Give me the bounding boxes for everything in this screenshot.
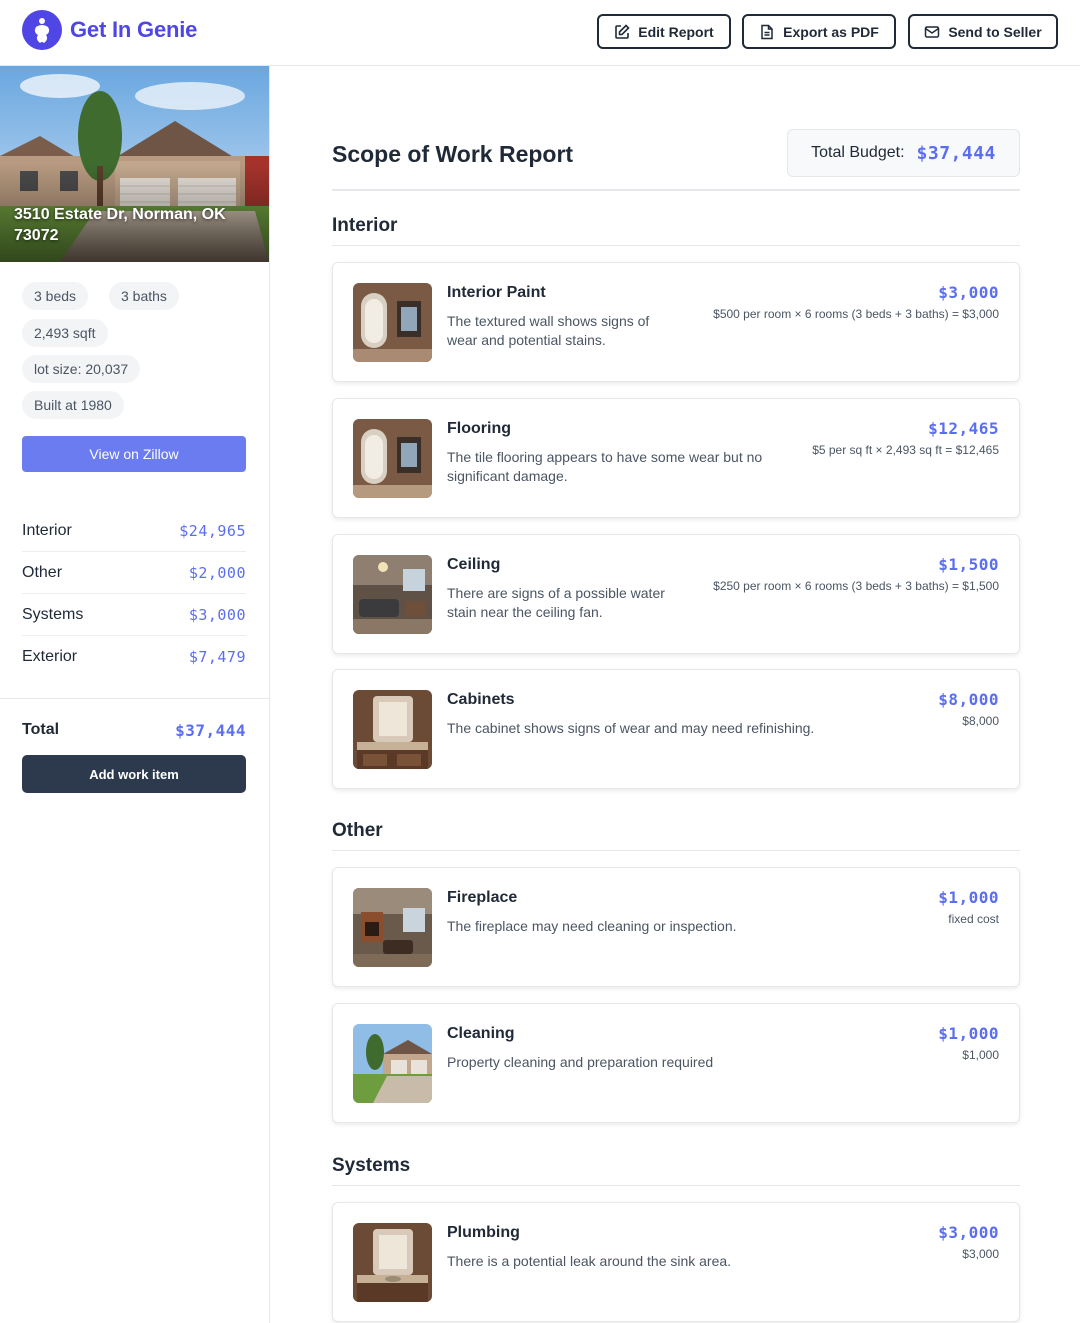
work-item-card[interactable]: Ceiling There are signs of a possible wa…	[332, 534, 1020, 654]
work-item-description: The tile flooring appears to have some w…	[447, 449, 763, 484]
work-item-cost: $1,000	[938, 1024, 999, 1043]
summary-amount: $2,000	[188, 563, 246, 582]
work-item-description: The textured wall shows signs of wear an…	[447, 313, 650, 348]
property-sidebar: 3510 Estate Dr, Norman, OK 73072 3 beds …	[0, 66, 270, 1323]
edit-report-label: Edit Report	[638, 23, 714, 40]
work-item-title: Cabinets	[447, 691, 515, 708]
sqft-chip: 2,493 sqft	[22, 319, 108, 347]
work-item-photo	[353, 690, 432, 769]
work-item-card[interactable]: Flooring The tile flooring appears to ha…	[332, 398, 1020, 518]
summary-amount: $7,479	[188, 648, 246, 666]
work-item-cost: $3,000	[938, 283, 999, 302]
total-budget-box: Total Budget: $37,444	[787, 129, 1020, 177]
work-item-card[interactable]: Interior Paint The textured wall shows s…	[332, 262, 1020, 382]
edit-report-button[interactable]: Edit Report	[597, 14, 731, 49]
summary-row-interior: Interior $24,965	[22, 510, 246, 552]
work-item-calculation: $5 per sq ft × 2,493 sq ft = $12,465	[812, 443, 999, 457]
work-item-calculation: $1,000	[962, 1048, 999, 1062]
property-address: 3510 Estate Dr, Norman, OK 73072	[14, 206, 226, 244]
top-header: Get In Genie Edit Report Export as PDF S…	[0, 0, 1080, 66]
total-label: Total	[22, 721, 60, 738]
property-photo: 3510 Estate Dr, Norman, OK 73072	[0, 66, 269, 262]
work-item-card[interactable]: Cabinets The cabinet shows signs of wear…	[332, 669, 1020, 789]
add-work-item-button[interactable]: Add work item	[22, 755, 246, 793]
section-title-other: Other	[332, 820, 383, 841]
work-item-photo	[353, 283, 432, 362]
view-on-zillow-button[interactable]: View on Zillow	[22, 436, 246, 472]
summary-amount: $24,965	[179, 521, 246, 540]
work-item-photo	[353, 1024, 432, 1103]
work-item-photo	[353, 419, 432, 498]
section-title-systems: Systems	[332, 1155, 411, 1176]
work-item-title: Flooring	[447, 420, 511, 437]
work-item-title: Ceiling	[447, 556, 501, 573]
work-item-cost: $12,465	[928, 419, 999, 438]
summary-label: Interior	[22, 521, 72, 539]
section-divider	[332, 245, 1020, 246]
send-to-seller-button[interactable]: Send to Seller	[908, 14, 1058, 49]
genie-icon	[22, 10, 62, 50]
mail-icon	[925, 25, 940, 38]
page-title: Scope of Work Report	[332, 141, 574, 167]
work-item-photo	[353, 1223, 432, 1302]
work-item-cost: $8,000	[938, 690, 999, 709]
work-item-card[interactable]: Cleaning Property cleaning and preparati…	[332, 1003, 1020, 1123]
edit-icon	[615, 23, 630, 39]
summary-label: Systems	[22, 605, 84, 623]
baths-chip: 3 baths	[109, 282, 179, 310]
work-item-calculation: $250 per room × 6 rooms (3 beds + 3 bath…	[713, 579, 999, 593]
budget-amount: $37,444	[916, 142, 996, 164]
work-item-photo	[353, 555, 432, 634]
work-item-cost: $1,000	[938, 888, 999, 907]
work-item-cost: $3,000	[938, 1223, 999, 1242]
total-amount: $37,444	[175, 720, 246, 740]
work-item-title: Fireplace	[447, 889, 518, 906]
year-built-chip: Built at 1980	[22, 391, 124, 419]
work-item-photo	[353, 888, 432, 967]
section-divider	[332, 1185, 1020, 1186]
work-item-calculation: $3,000	[962, 1247, 999, 1261]
summary-label: Exterior	[22, 648, 78, 665]
export-pdf-label: Export as PDF	[783, 23, 879, 40]
title-divider	[332, 189, 1020, 191]
work-item-calculation: $8,000	[962, 714, 999, 728]
budget-label: Total Budget:	[811, 144, 905, 161]
send-to-seller-label: Send to Seller	[948, 23, 1042, 40]
beds-chip: 3 beds	[22, 282, 89, 310]
work-item-description: There is a potential leak around the sin…	[447, 1253, 732, 1269]
summary-row-other: Other $2,000	[22, 552, 246, 594]
work-item-calculation: fixed cost	[948, 912, 999, 926]
brand-logo[interactable]: Get In Genie	[22, 10, 197, 50]
work-item-description: There are signs of a possible water stai…	[447, 585, 665, 620]
work-item-calculation: $500 per room × 6 rooms (3 beds + 3 bath…	[713, 307, 999, 321]
summary-total-row: Total $37,444	[22, 718, 246, 742]
lot-size-chip: lot size: 20,037	[22, 355, 141, 383]
summary-row-exterior: Exterior $7,479	[22, 636, 246, 678]
sidebar-divider	[0, 698, 269, 699]
summary-row-systems: Systems $3,000	[22, 594, 246, 636]
work-item-description: The cabinet shows signs of wear and may …	[447, 720, 815, 736]
section-divider	[332, 850, 1020, 851]
work-item-title: Interior Paint	[447, 284, 546, 301]
work-item-card[interactable]: Plumbing There is a potential leak aroun…	[332, 1202, 1020, 1322]
summary-amount: $3,000	[188, 605, 246, 624]
document-icon	[761, 24, 773, 39]
brand-name: Get In Genie	[70, 17, 198, 42]
work-item-description: Property cleaning and preparation requir…	[447, 1054, 714, 1070]
work-item-cost: $1,500	[938, 555, 999, 574]
work-item-card[interactable]: Fireplace The fireplace may need cleanin…	[332, 867, 1020, 987]
work-item-description: The fireplace may need cleaning or inspe…	[447, 918, 737, 934]
work-item-title: Cleaning	[447, 1025, 515, 1042]
section-title-interior: Interior	[332, 215, 398, 236]
summary-label: Other	[22, 563, 63, 581]
work-item-title: Plumbing	[447, 1224, 520, 1241]
export-pdf-button[interactable]: Export as PDF	[742, 14, 896, 49]
